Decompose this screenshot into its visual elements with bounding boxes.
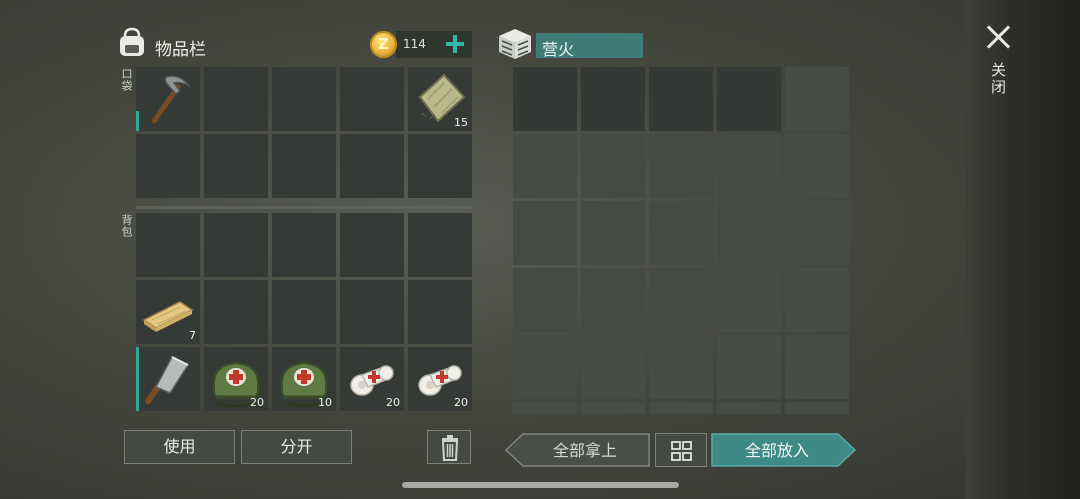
campfire-slot[interactable] xyxy=(581,134,645,198)
campfire-slot[interactable] xyxy=(649,335,713,399)
backpack-slot[interactable] xyxy=(136,347,200,411)
right-shade xyxy=(965,0,1080,499)
campfire-slot[interactable] xyxy=(785,134,849,198)
home-indicator xyxy=(402,482,679,488)
pocket-label: 口袋 xyxy=(120,68,133,92)
campfire-slot[interactable] xyxy=(785,201,849,265)
campfire-slot[interactable] xyxy=(649,201,713,265)
campfire-slot[interactable] xyxy=(717,335,781,399)
campfire-slot[interactable] xyxy=(785,335,849,399)
coin-count: 114 xyxy=(403,37,426,51)
backpack-slot[interactable] xyxy=(340,213,404,277)
campfire-slot[interactable] xyxy=(513,134,577,198)
backpack-slot[interactable]: 7 xyxy=(136,280,200,344)
campfire-slot[interactable] xyxy=(649,402,713,414)
coin-icon: Z xyxy=(370,31,397,58)
equipped-marker xyxy=(136,111,139,131)
backpack-slot[interactable]: 20 xyxy=(204,347,268,411)
sort-button[interactable] xyxy=(655,433,707,467)
campfire-slot[interactable] xyxy=(717,402,781,414)
campfire-slot[interactable] xyxy=(785,67,849,131)
section-divider xyxy=(136,206,472,209)
campfire-slot[interactable] xyxy=(513,67,577,131)
close-icon[interactable] xyxy=(985,24,1011,50)
campfire-slot[interactable] xyxy=(717,67,781,131)
backpack-slot[interactable] xyxy=(136,213,200,277)
pocket-slot[interactable]: 15 xyxy=(408,67,472,131)
campfire-slot[interactable] xyxy=(649,134,713,198)
pocket-slot[interactable] xyxy=(272,67,336,131)
put-all-button[interactable]: 全部放入 xyxy=(711,433,856,467)
campfire-slot[interactable] xyxy=(717,134,781,198)
backpack-slot[interactable]: 20 xyxy=(340,347,404,411)
pocket-slot[interactable] xyxy=(204,134,268,198)
pocket-slot[interactable] xyxy=(340,134,404,198)
pocket-slot[interactable] xyxy=(408,134,472,198)
pocket-slot[interactable] xyxy=(204,67,268,131)
put-all-label: 全部放入 xyxy=(745,441,809,460)
backpack-slot[interactable]: 20 xyxy=(408,347,472,411)
equipped-marker xyxy=(136,347,139,411)
backpack-label: 背包 xyxy=(120,214,133,238)
pocket-slot[interactable] xyxy=(136,134,200,198)
campfire-title: 营火 xyxy=(542,40,575,59)
item-quantity: 20 xyxy=(386,396,400,409)
campfire-slot[interactable] xyxy=(581,335,645,399)
trash-icon xyxy=(441,435,459,461)
campfire-slot[interactable] xyxy=(785,268,849,332)
backpack-slot[interactable] xyxy=(340,280,404,344)
item-quantity: 15 xyxy=(454,116,468,129)
storage-box-icon xyxy=(499,29,531,59)
backpack-slot[interactable] xyxy=(204,280,268,344)
split-button[interactable]: 分开 xyxy=(241,430,352,464)
campfire-slot[interactable] xyxy=(581,268,645,332)
campfire-slot[interactable] xyxy=(513,335,577,399)
pocket-slot[interactable] xyxy=(272,134,336,198)
add-coins-button[interactable] xyxy=(444,33,466,55)
backpack-slot[interactable] xyxy=(408,213,472,277)
backpack-slot[interactable]: 10 xyxy=(272,347,336,411)
campfire-title-bar: 营火 xyxy=(536,33,643,59)
item-quantity: 7 xyxy=(189,329,196,342)
item-quantity: 20 xyxy=(250,396,264,409)
campfire-slot[interactable] xyxy=(513,268,577,332)
campfire-slot[interactable] xyxy=(649,268,713,332)
backpack-slot[interactable] xyxy=(408,280,472,344)
backpack-slot[interactable] xyxy=(272,280,336,344)
take-all-label: 全部拿上 xyxy=(553,441,617,460)
inventory-title: 物品栏 xyxy=(155,40,206,60)
take-all-button[interactable]: 全部拿上 xyxy=(505,433,650,467)
campfire-slot[interactable] xyxy=(717,201,781,265)
item-quantity: 20 xyxy=(454,396,468,409)
campfire-slot[interactable] xyxy=(581,67,645,131)
cleaver-icon xyxy=(136,347,200,415)
pocket-slot[interactable] xyxy=(136,67,200,131)
trash-button[interactable] xyxy=(427,430,471,464)
campfire-slot[interactable] xyxy=(717,268,781,332)
campfire-slot[interactable] xyxy=(513,402,577,414)
sort-grid-icon xyxy=(671,441,692,461)
campfire-slot[interactable] xyxy=(581,201,645,265)
backpack-slot[interactable] xyxy=(272,213,336,277)
pocket-slot[interactable] xyxy=(340,67,404,131)
use-button[interactable]: 使用 xyxy=(124,430,235,464)
campfire-slot[interactable] xyxy=(649,67,713,131)
campfire-slot[interactable] xyxy=(785,402,849,414)
campfire-slot[interactable] xyxy=(513,201,577,265)
item-quantity: 10 xyxy=(318,396,332,409)
backpack-slot[interactable] xyxy=(204,213,268,277)
close-label[interactable]: 关闭 xyxy=(988,62,1009,96)
campfire-slot[interactable] xyxy=(581,402,645,414)
backpack-icon xyxy=(120,27,144,56)
pickaxe-icon xyxy=(136,67,200,135)
